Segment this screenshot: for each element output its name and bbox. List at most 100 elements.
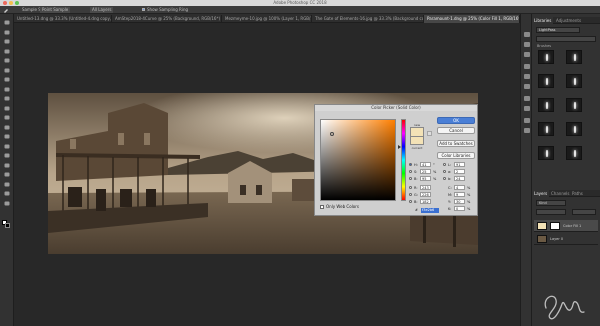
b-field[interactable]: 95 bbox=[420, 176, 431, 181]
eraser-tool-icon[interactable] bbox=[3, 115, 11, 120]
cancel-button[interactable]: Cancel bbox=[437, 127, 475, 134]
only-web-colors-checkbox[interactable]: Only Web Colors bbox=[320, 204, 359, 209]
k-unit: % bbox=[467, 207, 471, 211]
cube-icon[interactable] bbox=[427, 131, 432, 136]
move-tool-icon[interactable] bbox=[3, 20, 11, 25]
l-field[interactable]: 91 bbox=[454, 162, 465, 167]
color-marker[interactable] bbox=[330, 132, 334, 136]
library-search-field[interactable] bbox=[536, 36, 596, 42]
dodge-tool-icon[interactable] bbox=[3, 144, 11, 149]
h-radio[interactable] bbox=[409, 163, 412, 166]
properties-icon[interactable] bbox=[524, 42, 530, 47]
brush-thumbnail[interactable] bbox=[538, 98, 554, 112]
hex-field[interactable]: f3e2b6 bbox=[421, 208, 439, 213]
ok-button[interactable]: OK bbox=[437, 117, 475, 124]
healing-brush-icon[interactable] bbox=[3, 77, 11, 82]
history-brush-icon[interactable] bbox=[3, 106, 11, 111]
quick-select-tool-icon[interactable] bbox=[3, 49, 11, 54]
brush-thumbnail[interactable] bbox=[538, 122, 554, 136]
g-field[interactable]: 226 bbox=[420, 192, 431, 197]
history-icon[interactable] bbox=[524, 32, 530, 37]
eyedropper-tool-icon[interactable] bbox=[3, 68, 11, 73]
brush-thumbnail[interactable] bbox=[538, 74, 554, 88]
color-libraries-button[interactable]: Color Libraries bbox=[437, 152, 475, 159]
saturation-brightness-field[interactable] bbox=[320, 119, 396, 201]
shape-tool-icon[interactable] bbox=[3, 182, 11, 187]
swatches-icon[interactable] bbox=[524, 64, 530, 69]
tab-paths[interactable]: Paths bbox=[570, 190, 585, 197]
info-icon[interactable] bbox=[524, 96, 530, 101]
type-tool-icon[interactable] bbox=[3, 163, 11, 168]
rgb-b-field[interactable]: 182 bbox=[420, 199, 431, 204]
lasso-tool-icon[interactable] bbox=[3, 39, 11, 44]
path-select-icon[interactable] bbox=[3, 172, 11, 177]
opacity-field[interactable] bbox=[572, 209, 596, 215]
doc-tab-active[interactable]: Paramount-1.dng @ 25% (Color Fill 1, RGB… bbox=[424, 15, 520, 23]
pen-tool-icon[interactable] bbox=[3, 153, 11, 158]
current-color-swatch[interactable] bbox=[410, 136, 424, 145]
navigator-icon[interactable] bbox=[524, 106, 530, 111]
sample-size-dropdown[interactable]: Point Sample bbox=[40, 7, 71, 13]
background-color-swatch[interactable] bbox=[5, 223, 10, 228]
a-radio[interactable] bbox=[443, 170, 446, 173]
s-radio[interactable] bbox=[409, 170, 412, 173]
clone-stamp-icon[interactable] bbox=[3, 96, 11, 101]
g-radio[interactable] bbox=[409, 193, 412, 196]
r-field[interactable]: 243 bbox=[420, 185, 431, 190]
tab-libraries[interactable]: Libraries bbox=[532, 17, 554, 24]
sample-layers-dropdown[interactable]: All Layers bbox=[90, 7, 114, 13]
brush-settings-icon[interactable] bbox=[524, 52, 530, 57]
gradient-tool-icon[interactable] bbox=[3, 125, 11, 130]
doc-tab-1[interactable]: Untitled-13.dng @ 33.3% (Untitled-4.dng … bbox=[14, 15, 112, 23]
cmyk-c-row: C: 4 % bbox=[443, 185, 475, 191]
r-radio[interactable] bbox=[409, 186, 412, 189]
lab-b-field[interactable]: 24 bbox=[454, 176, 465, 181]
c-field[interactable]: 4 bbox=[454, 185, 465, 190]
styles-icon[interactable] bbox=[524, 128, 530, 133]
paragraph-icon[interactable] bbox=[524, 84, 530, 89]
brush-tool-icon[interactable] bbox=[3, 87, 11, 92]
l-radio[interactable] bbox=[443, 163, 446, 166]
zoom-tool-icon[interactable] bbox=[3, 201, 11, 206]
lab-b-radio[interactable] bbox=[443, 177, 446, 180]
brush-thumbnail[interactable] bbox=[566, 98, 582, 112]
eyedropper-icon[interactable] bbox=[3, 7, 9, 13]
brush-thumbnail[interactable] bbox=[566, 50, 582, 64]
doc-tab-3[interactable]: Mezmeyme-10.jpg @ 100% (Layer 1, RGB/16*… bbox=[222, 15, 312, 23]
marquee-tool-icon[interactable] bbox=[3, 30, 11, 35]
add-to-swatches-button[interactable]: Add to Swatches bbox=[437, 140, 475, 147]
h-field[interactable]: 41 bbox=[420, 162, 431, 167]
web-checkbox-box[interactable] bbox=[320, 205, 324, 209]
y-field[interactable]: 30 bbox=[454, 199, 465, 204]
brush-thumbnail[interactable] bbox=[538, 146, 554, 160]
hand-tool-icon[interactable] bbox=[3, 191, 11, 196]
library-dropdown[interactable]: LightPass bbox=[536, 27, 580, 33]
brush-thumbnail[interactable] bbox=[566, 146, 582, 160]
doc-tab-2[interactable]: AmStep2018-4Curve @ 25% (Background, RGB… bbox=[112, 15, 222, 23]
s-field[interactable]: 25 bbox=[420, 169, 431, 174]
rgb-b-radio[interactable] bbox=[409, 200, 412, 203]
tab-channels[interactable]: Channels bbox=[549, 190, 572, 197]
blend-mode-dropdown[interactable] bbox=[536, 209, 566, 215]
layer-row-color-fill[interactable]: Color Fill 1 bbox=[534, 220, 598, 232]
actions-icon[interactable] bbox=[524, 118, 530, 123]
a-field[interactable]: 2 bbox=[454, 169, 465, 174]
c-unit: % bbox=[467, 186, 471, 190]
brush-thumbnail[interactable] bbox=[566, 74, 582, 88]
tab-layers[interactable]: Layers bbox=[532, 190, 550, 197]
crop-tool-icon[interactable] bbox=[3, 58, 11, 63]
hue-slider[interactable] bbox=[401, 119, 406, 201]
brush-thumbnail[interactable] bbox=[538, 50, 554, 64]
cmyk-y-row: Y: 30 % bbox=[443, 199, 475, 205]
tab-adjustments[interactable]: Adjustments bbox=[554, 17, 583, 24]
b-radio[interactable] bbox=[409, 177, 412, 180]
layer-row-layer-0[interactable]: Layer 0 bbox=[534, 233, 598, 245]
show-sampling-ring-checkbox[interactable]: Show Sampling Ring bbox=[142, 7, 188, 13]
m-field[interactable]: 9 bbox=[454, 192, 465, 197]
brush-thumbnail[interactable] bbox=[566, 122, 582, 136]
layer-kind-filter[interactable]: Kind bbox=[536, 200, 566, 206]
k-field[interactable]: 0 bbox=[454, 206, 465, 211]
blur-tool-icon[interactable] bbox=[3, 134, 11, 139]
doc-tab-4[interactable]: The Gate of Elements-16.jpg @ 33.3% (Bac… bbox=[312, 15, 424, 23]
character-icon[interactable] bbox=[524, 74, 530, 79]
